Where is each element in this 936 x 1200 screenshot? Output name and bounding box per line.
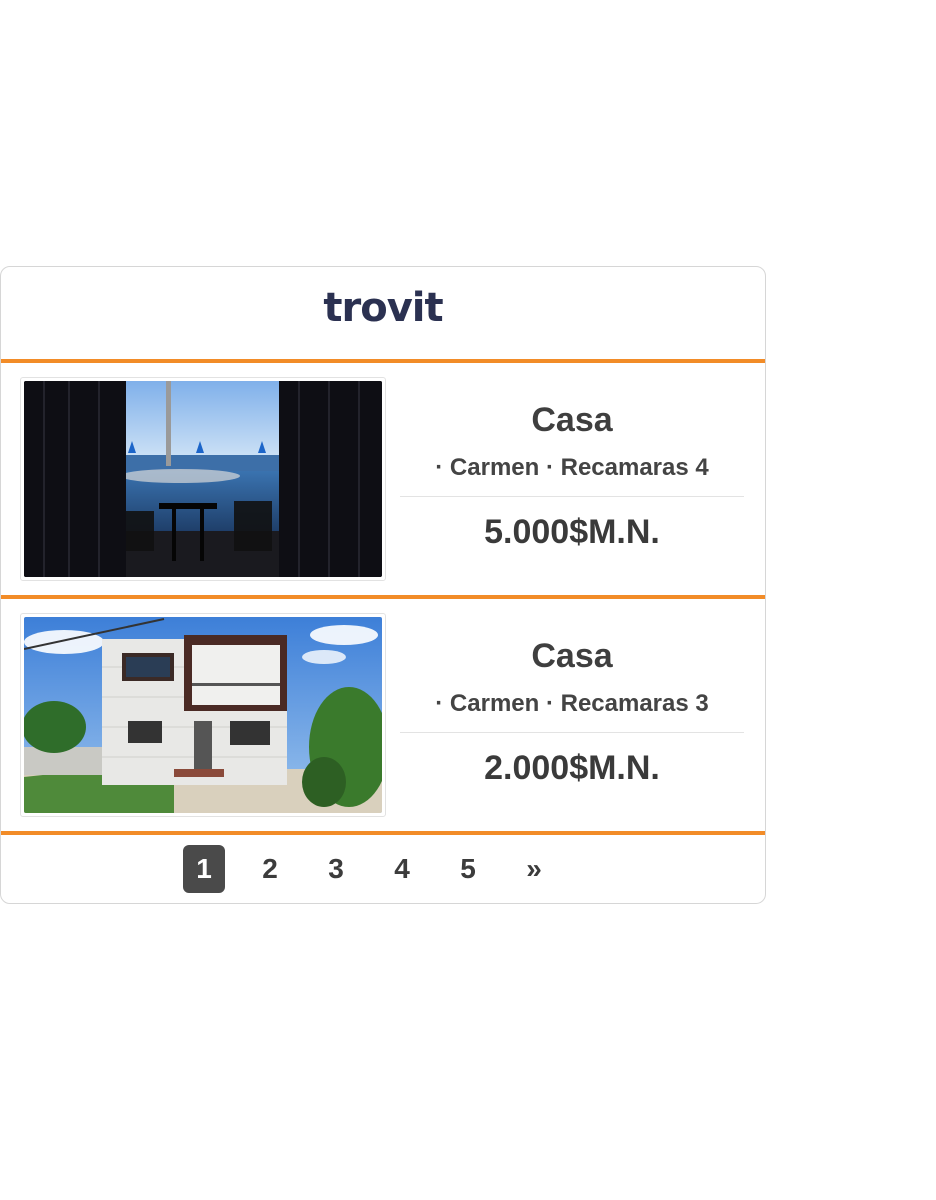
listing-price: 5.000$M.N.	[484, 512, 660, 551]
listing-image-frame[interactable]	[20, 613, 386, 817]
listing-info: Casa · Carmen · Recamaras 4 5.000$M.N.	[400, 401, 744, 552]
listing-item[interactable]: Casa · Carmen · Recamaras 3 2.000$M.N.	[1, 599, 765, 831]
listing-price: 2.000$M.N.	[484, 748, 660, 787]
page-link-1[interactable]: 1	[183, 845, 225, 893]
info-divider	[400, 495, 744, 497]
widget-header: trovit	[1, 267, 765, 359]
pool-terrace-photo-icon[interactable]	[24, 381, 382, 577]
pagination: 1 2 3 4 5 »	[1, 835, 765, 903]
listing-location: · Carmen · Recamaras 3	[435, 689, 709, 717]
listing-title[interactable]: Casa	[400, 401, 744, 440]
page-link-4[interactable]: 4	[381, 845, 423, 893]
trovit-logo[interactable]: trovit	[323, 285, 443, 331]
listing-image-frame[interactable]	[20, 377, 386, 581]
house-exterior-photo-icon[interactable]	[24, 617, 382, 813]
info-divider	[400, 731, 744, 733]
page-link-3[interactable]: 3	[315, 845, 357, 893]
listing-location: · Carmen · Recamaras 4	[435, 453, 709, 481]
next-page-icon[interactable]: »	[513, 845, 555, 893]
page-link-5[interactable]: 5	[447, 845, 489, 893]
trovit-listings-widget: trovit Casa · Carmen · Recamaras 4 5.000…	[0, 266, 766, 904]
listing-item[interactable]: Casa · Carmen · Recamaras 4 5.000$M.N.	[1, 363, 765, 595]
listing-info: Casa · Carmen · Recamaras 3 2.000$M.N.	[400, 637, 744, 788]
listing-title[interactable]: Casa	[400, 637, 744, 676]
page-link-2[interactable]: 2	[249, 845, 291, 893]
